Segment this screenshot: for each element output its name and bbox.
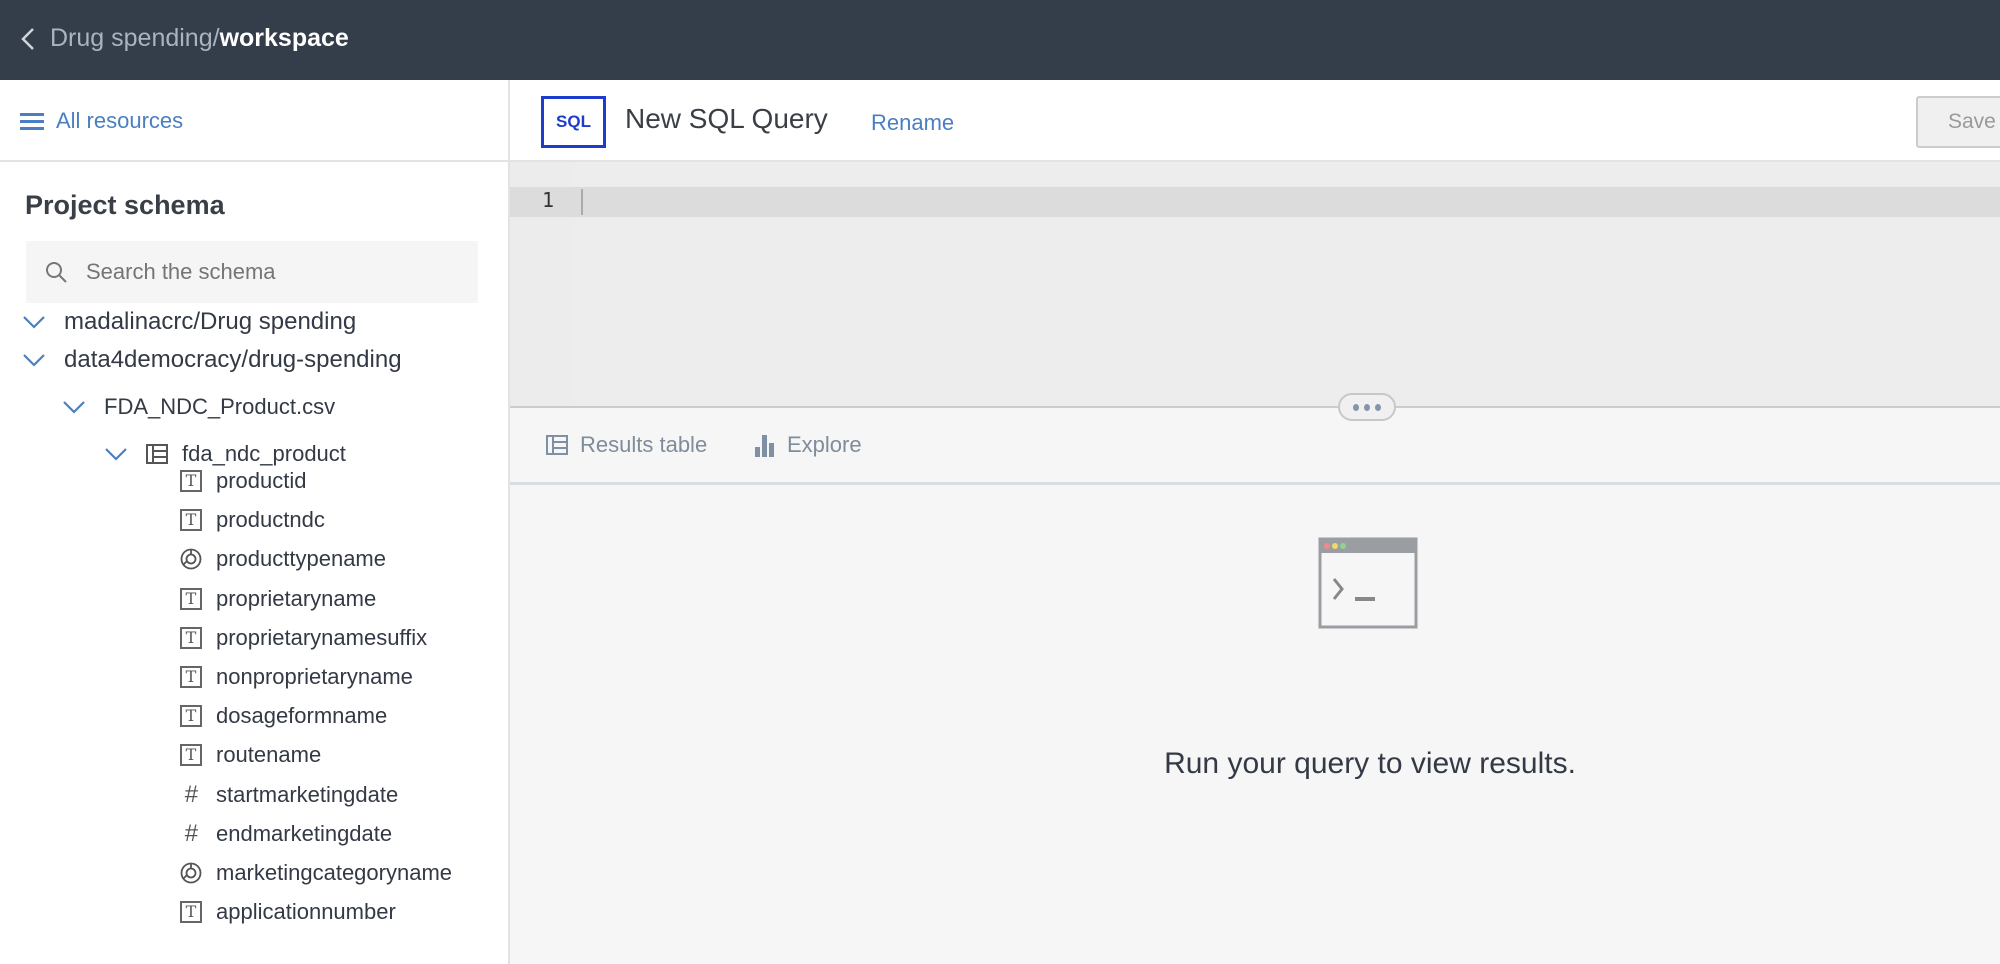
column-name: productid — [216, 468, 307, 493]
active-line — [510, 187, 2000, 217]
menu-icon — [20, 113, 44, 130]
table-icon — [546, 435, 568, 455]
schema-search-input[interactable] — [86, 259, 446, 285]
column-name: producttypename — [216, 546, 386, 572]
all-resources-label: All resources — [56, 108, 184, 133]
resize-handle[interactable] — [1338, 393, 1396, 421]
column-item[interactable]: Tapplicationnumber — [180, 894, 396, 930]
column-item[interactable]: Tproductndc — [180, 502, 325, 538]
column-name: startmarketingdate — [216, 781, 399, 807]
tree-node-label: FDA_NDC_Product.csv — [104, 394, 336, 419]
back-chevron-icon[interactable] — [14, 24, 44, 54]
chevron-down-icon[interactable] — [104, 446, 128, 462]
column-name: nonproprietaryname — [216, 664, 413, 689]
rename-button[interactable]: Rename — [871, 110, 954, 136]
text-type-icon: T — [180, 744, 202, 767]
chevron-down-icon[interactable] — [22, 352, 46, 368]
text-type-icon: T — [180, 666, 202, 688]
tree-node[interactable]: madalinacrc/Drug spending — [22, 304, 356, 340]
column-item[interactable]: # endmarketingdate — [180, 816, 392, 852]
column-item[interactable]: marketingcategoryname — [180, 855, 452, 891]
column-item[interactable]: producttypename — [180, 541, 386, 577]
sql-editor[interactable]: 1 — [510, 162, 2000, 408]
sidebar: All resources Project schema madalinacrc… — [0, 80, 510, 964]
search-icon — [46, 262, 67, 283]
text-cursor — [581, 189, 583, 215]
schema-search[interactable] — [26, 241, 478, 303]
tab-label: Explore — [787, 432, 862, 457]
tab-results-table[interactable]: Results table — [546, 432, 707, 458]
column-item[interactable]: # startmarketingdate — [180, 777, 398, 813]
text-type-icon: T — [180, 587, 202, 610]
column-item[interactable]: Tdosageformname — [180, 698, 387, 734]
query-title: New SQL Query — [625, 103, 828, 134]
tree-node[interactable]: data4democracy/drug-spending — [22, 342, 402, 378]
column-name: dosageformname — [216, 703, 388, 729]
empty-results-message: Run your query to view results. — [1164, 747, 1576, 780]
breadcrumb-separator: / — [212, 24, 220, 52]
column-item[interactable]: Tproductid — [180, 463, 307, 499]
column-name: routename — [216, 742, 322, 768]
query-panel: SQL New SQL Query Rename Save 1 Results … — [510, 80, 2000, 964]
text-type-icon: T — [180, 901, 202, 924]
column-name: productndc — [216, 507, 325, 533]
column-name: endmarketingdate — [216, 820, 393, 846]
column-item[interactable]: Tproprietaryname — [180, 581, 376, 617]
table-icon — [146, 444, 168, 464]
breadcrumb-project[interactable]: Drug spending — [50, 24, 213, 52]
column-name: proprietarynamesuffix — [216, 624, 428, 650]
save-button[interactable]: Save — [1916, 96, 2000, 148]
breadcrumb-current: workspace — [219, 24, 349, 52]
text-type-icon: T — [180, 509, 202, 532]
tab-explore[interactable]: Explore — [755, 432, 862, 458]
tree-node-label: data4democracy/drug-spending — [64, 346, 402, 373]
terminal-icon — [1318, 537, 1418, 629]
category-type-icon — [180, 548, 202, 570]
column-name: applicationnumber — [216, 899, 396, 925]
line-number: 1 — [542, 188, 555, 212]
column-item[interactable]: Tnonproprietaryname — [180, 659, 413, 695]
column-item[interactable]: Troutename — [180, 737, 321, 773]
sql-badge-icon: SQL — [541, 96, 606, 148]
column-item[interactable]: Tproprietarynamesuffix — [180, 620, 427, 656]
tab-label: Results table — [580, 432, 708, 457]
all-resources-link[interactable]: All resources — [20, 108, 183, 134]
tree-node-label: madalinacrc/Drug spending — [64, 308, 357, 335]
column-name: proprietaryname — [216, 585, 377, 611]
results-area: Run your query to view results. — [510, 485, 2000, 964]
text-type-icon: T — [180, 470, 202, 492]
column-name: marketingcategoryname — [216, 860, 453, 885]
chevron-down-icon[interactable] — [62, 399, 86, 415]
category-type-icon — [180, 862, 202, 884]
hash-icon: # — [184, 819, 198, 847]
chevron-down-icon[interactable] — [22, 314, 46, 330]
breadcrumb: Drug spending/workspace — [50, 24, 349, 53]
text-type-icon: T — [180, 626, 202, 649]
hash-icon: # — [184, 780, 198, 808]
project-schema-title: Project schema — [25, 190, 225, 220]
bar-chart-icon — [755, 435, 774, 457]
results-tabs: Results table Explore — [510, 408, 2000, 485]
tree-node[interactable]: FDA_NDC_Product.csv — [62, 389, 335, 425]
top-bar: Drug spending/workspace — [0, 0, 2000, 80]
text-type-icon: T — [180, 705, 202, 728]
